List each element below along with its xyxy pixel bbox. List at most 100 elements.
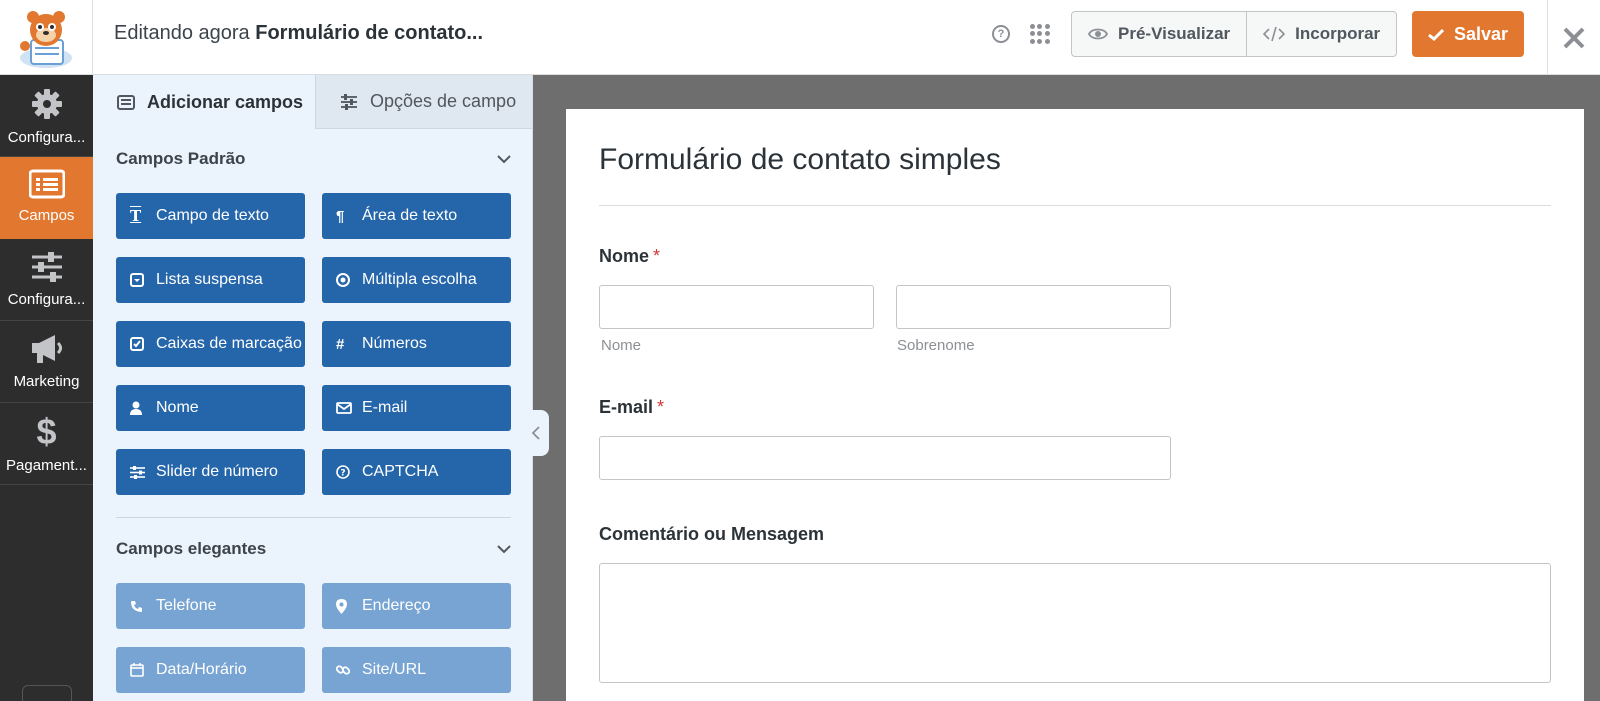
- last-name-input[interactable]: [896, 285, 1171, 329]
- link-icon: [336, 663, 362, 677]
- wpforms-logo: [0, 0, 93, 75]
- field-button-label: Telefone: [156, 597, 217, 614]
- sidebar-item-marketing[interactable]: Marketing: [0, 321, 93, 403]
- add-number-slider-button[interactable]: Slider de número: [116, 449, 305, 495]
- add-date-time-button[interactable]: Data/Horário: [116, 647, 305, 693]
- field-button-label: Data/Horário: [156, 661, 247, 678]
- embed-label: Incorporar: [1295, 24, 1381, 43]
- envelope-icon: [336, 402, 362, 414]
- help-toggle-icon[interactable]: [22, 685, 72, 701]
- message-field-label: Comentário ou Mensagem: [599, 524, 825, 544]
- section-divider: [116, 517, 511, 518]
- tab-add-fields-label: Adicionar campos: [147, 91, 304, 112]
- fancy-fields-header[interactable]: Campos elegantes: [116, 537, 511, 561]
- preview-button[interactable]: Pré-Visualizar: [1072, 12, 1246, 56]
- chevron-down-icon: [497, 154, 511, 163]
- tab-field-options-label: Opções de campo: [370, 91, 517, 111]
- close-button[interactable]: [1547, 0, 1600, 75]
- save-button[interactable]: Salvar: [1412, 11, 1524, 57]
- sliders-icon: [341, 93, 357, 110]
- add-captcha-button[interactable]: ? CAPTCHA: [322, 449, 511, 495]
- add-address-button[interactable]: Endereço: [322, 583, 511, 629]
- editing-title: Editando agora Formulário de contato...: [114, 22, 483, 45]
- last-name-sublabel: Sobrenome: [897, 337, 975, 354]
- gear-icon: [31, 89, 62, 119]
- editing-prefix: Editando agora: [114, 22, 250, 44]
- apps-grid-icon[interactable]: [1030, 24, 1050, 44]
- add-numbers-button[interactable]: # Números: [322, 321, 511, 367]
- email-field-label: E-mail *: [599, 397, 664, 418]
- required-mark: *: [653, 246, 661, 266]
- sliders-icon: [130, 465, 156, 479]
- sidebar-item-payments[interactable]: $ Pagament...: [0, 403, 93, 485]
- field-button-label: Endereço: [362, 597, 431, 614]
- email-label-text: E-mail: [599, 397, 654, 417]
- megaphone-icon: [31, 335, 62, 363]
- field-button-label: Slider de número: [156, 463, 278, 480]
- tab-add-fields[interactable]: Adicionar campos: [93, 75, 315, 129]
- standard-fields-title: Campos Padrão: [116, 149, 246, 168]
- person-icon: [130, 401, 156, 415]
- email-input[interactable]: [599, 436, 1171, 480]
- sidebar-item-configurations[interactable]: Configura...: [0, 239, 93, 321]
- dollar-icon: $: [36, 411, 57, 452]
- calendar-icon: [130, 663, 156, 677]
- add-checkboxes-button[interactable]: Caixas de marcação: [116, 321, 305, 367]
- message-textarea[interactable]: [599, 563, 1551, 683]
- code-icon: [1263, 26, 1286, 42]
- close-icon: [1563, 27, 1585, 48]
- top-bar: Editando agora Formulário de contato... …: [0, 0, 1600, 75]
- collapse-panel-button[interactable]: [523, 410, 549, 456]
- chevron-down-icon: [497, 544, 511, 553]
- sidebar-item-settings[interactable]: Configura...: [0, 75, 93, 157]
- embed-button[interactable]: Incorporar: [1246, 12, 1396, 56]
- panel-tabs: Adicionar campos Opções de campo: [93, 75, 532, 129]
- text-field-icon: T: [130, 207, 142, 225]
- form-preview-area: Formulário de contato simples Nome * Nome…: [533, 75, 1600, 701]
- question-circle-icon: ?: [336, 465, 362, 479]
- add-text-field-button[interactable]: T Campo de texto: [116, 193, 305, 239]
- checkbox-icon: [130, 337, 156, 351]
- add-phone-button[interactable]: Telefone: [116, 583, 305, 629]
- hash-icon: #: [336, 335, 345, 353]
- phone-icon: [130, 600, 156, 613]
- add-website-url-button[interactable]: Site/URL: [322, 647, 511, 693]
- sliders-icon: [31, 252, 62, 282]
- sidebar-item-label: Marketing: [13, 373, 80, 390]
- fancy-fields-title: Campos elegantes: [116, 539, 267, 558]
- help-icon[interactable]: ?: [992, 25, 1010, 43]
- eye-icon: [1088, 28, 1108, 40]
- fields-panel: Adicionar campos Opções de campo Campos …: [93, 75, 533, 701]
- name-label-text: Nome: [599, 246, 650, 266]
- add-email-button[interactable]: E-mail: [322, 385, 511, 431]
- tab-field-options[interactable]: Opções de campo: [315, 75, 532, 129]
- standard-fields-header[interactable]: Campos Padrão: [116, 147, 511, 171]
- field-button-label: Área de texto: [362, 207, 458, 224]
- first-name-sublabel: Nome: [601, 337, 642, 354]
- fields-list-icon: [28, 169, 65, 199]
- name-field-label: Nome *: [599, 246, 660, 267]
- sidebar-item-label: Configura...: [7, 129, 86, 146]
- radio-icon: [336, 273, 362, 287]
- paragraph-icon: ¶: [336, 207, 345, 225]
- field-button-label: Site/URL: [362, 661, 427, 678]
- sidebar-item-label: Campos: [18, 207, 75, 224]
- add-name-button[interactable]: Nome: [116, 385, 305, 431]
- builder-sidebar: Configura... Campos Configura... Marketi…: [0, 75, 93, 701]
- add-textarea-button[interactable]: ¶ Área de texto: [322, 193, 511, 239]
- form-title[interactable]: Formulário de contato simples: [599, 143, 1001, 177]
- list-icon: [117, 94, 135, 110]
- dropdown-icon: [130, 273, 156, 287]
- form-builder: Editando agora Formulário de contato... …: [0, 0, 1600, 701]
- field-button-label: Caixas de marcação: [156, 335, 302, 352]
- add-multiple-choice-button[interactable]: Múltipla escolha: [322, 257, 511, 303]
- checkmark-icon: [1428, 28, 1444, 41]
- required-mark: *: [657, 397, 665, 417]
- field-button-label: Campo de texto: [156, 207, 269, 224]
- field-button-label: Números: [362, 335, 427, 352]
- field-button-label: CAPTCHA: [362, 463, 439, 480]
- svg-text:?: ?: [340, 469, 345, 479]
- add-dropdown-button[interactable]: Lista suspensa: [116, 257, 305, 303]
- first-name-input[interactable]: [599, 285, 874, 329]
- sidebar-item-fields[interactable]: Campos: [0, 157, 93, 239]
